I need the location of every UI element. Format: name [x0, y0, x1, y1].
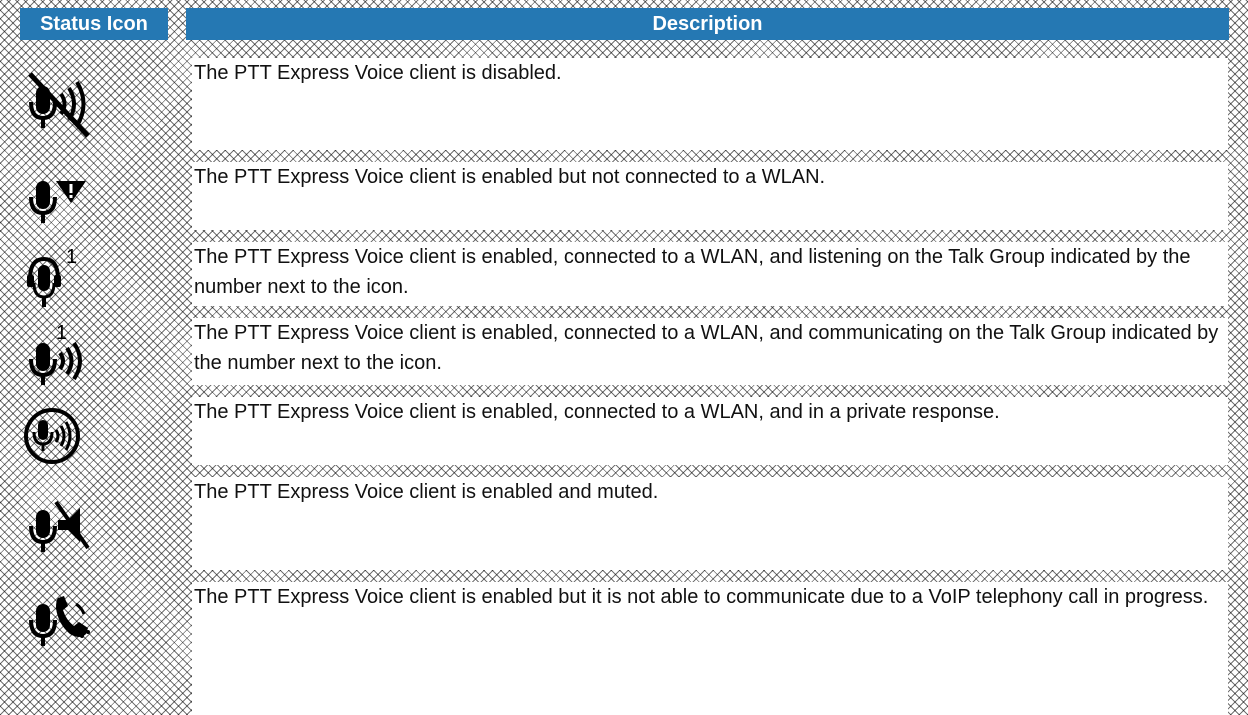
row-description: The PTT Express Voice client is disabled… — [192, 58, 1228, 150]
row-description: The PTT Express Voice client is enabled,… — [192, 242, 1228, 306]
status-icon-header: Status Icon — [20, 8, 168, 40]
row-description: The PTT Express Voice client is enabled … — [192, 162, 1228, 230]
table-row: The PTT Express Voice client is enabled,… — [0, 397, 1248, 477]
talk-group-number: 1 — [56, 323, 67, 344]
row-description: The PTT Express Voice client is enabled … — [192, 477, 1228, 570]
mic-muted-icon — [22, 477, 168, 582]
talk-group-number: 1 — [66, 246, 77, 268]
row-description: The PTT Express Voice client is enabled,… — [192, 397, 1228, 465]
mic-private-response-icon — [22, 397, 168, 477]
mic-warning-icon — [22, 162, 168, 242]
row-description: The PTT Express Voice client is enabled … — [192, 582, 1228, 715]
table-row: The PTT Express Voice client is enabled … — [0, 162, 1248, 242]
row-description: The PTT Express Voice client is enabled,… — [192, 318, 1228, 385]
mic-headset-listening-icon: 1 — [22, 242, 168, 318]
table-row: The PTT Express Voice client is enabled … — [0, 582, 1248, 715]
mic-communicating-icon: 1 — [22, 318, 168, 397]
table-row: 1 The PTT Express Voice client is enable… — [0, 318, 1248, 397]
description-header: Description — [186, 8, 1229, 40]
table-row: 1 The PTT Express Voice client is enable… — [0, 242, 1248, 318]
table-row: The PTT Express Voice client is enabled … — [0, 477, 1248, 582]
mic-voip-call-icon — [22, 582, 168, 715]
mic-speaker-disabled-icon — [22, 58, 168, 162]
table-row: The PTT Express Voice client is disabled… — [0, 58, 1248, 162]
